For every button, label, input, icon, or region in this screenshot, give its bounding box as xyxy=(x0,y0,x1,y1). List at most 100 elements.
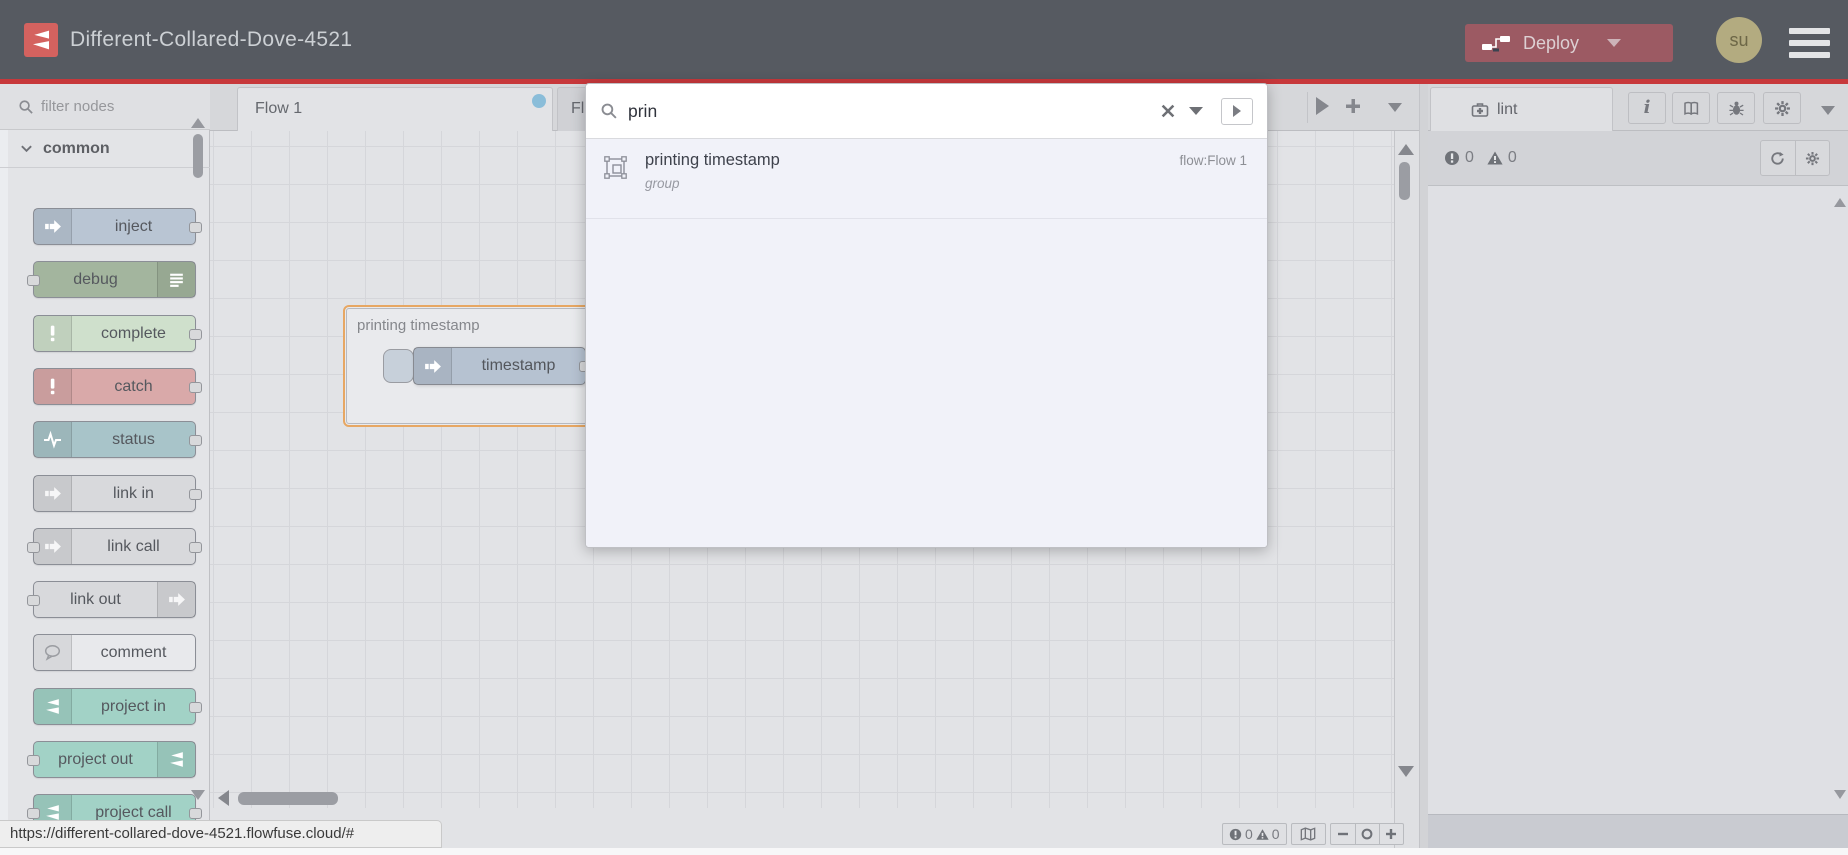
node-input-port xyxy=(27,595,40,606)
pulse-icon xyxy=(34,422,72,457)
flowfuse-icon xyxy=(34,689,72,724)
sidebar-tab-info-button[interactable]: i xyxy=(1628,92,1666,124)
group-box-icon xyxy=(602,154,629,181)
lint-issue-counts: 0 0 xyxy=(1444,149,1525,167)
error-icon xyxy=(1444,150,1460,166)
inject-trigger-button[interactable] xyxy=(383,349,414,383)
palette-node-catch[interactable]: catch xyxy=(33,368,202,405)
sidebar-tab-list-caret-icon[interactable] xyxy=(1821,106,1835,115)
inject-node[interactable]: timestamp xyxy=(413,347,592,385)
zoom-controls xyxy=(1329,823,1404,845)
node-output-port xyxy=(189,382,202,393)
exclamation-icon xyxy=(34,369,72,404)
lint-icon xyxy=(1451,101,1489,119)
sidebar-scroll-up[interactable] xyxy=(1834,198,1846,207)
node-group[interactable]: printing timestamp timestamp xyxy=(343,305,600,427)
canvas-vscrollbar-thumb[interactable] xyxy=(1399,162,1410,200)
search-result-subtitle: group xyxy=(645,176,680,191)
palette-node-link-in[interactable]: link in xyxy=(33,475,202,512)
node-output-port xyxy=(189,542,202,553)
deploy-caret-icon[interactable] xyxy=(1607,39,1622,47)
debug-list-icon xyxy=(157,262,195,297)
palette-node-label: catch xyxy=(114,377,153,395)
lint-tools xyxy=(1760,140,1830,176)
palette-scrollbar-thumb[interactable] xyxy=(193,134,203,178)
tab-flow-1[interactable]: Flow 1 xyxy=(237,87,553,131)
sidebar-resize-handle[interactable] xyxy=(1419,84,1428,848)
tabbar-separator xyxy=(1307,92,1308,123)
unsaved-changes-dot xyxy=(532,94,546,108)
search-result-flow: flow:Flow 1 xyxy=(1179,153,1247,168)
palette-node-comment[interactable]: comment xyxy=(33,634,196,671)
tab-list-caret-icon[interactable] xyxy=(1388,103,1402,112)
sidebar-scroll-down[interactable] xyxy=(1834,790,1846,799)
clear-search-icon[interactable] xyxy=(1161,104,1175,118)
lint-settings-button[interactable] xyxy=(1794,141,1829,175)
lint-error-count: 0 xyxy=(1465,149,1474,166)
palette-node-label: inject xyxy=(114,217,153,235)
right-sidebar: lint i 0 0 xyxy=(1428,84,1848,848)
arrow-right-icon xyxy=(1233,105,1241,117)
zoom-reset-button[interactable] xyxy=(1354,824,1379,844)
sidebar-tab-lint-label: lint xyxy=(1497,100,1518,118)
map-icon xyxy=(1300,826,1316,842)
canvas-scroll-up[interactable] xyxy=(1398,144,1414,155)
inject-icon xyxy=(414,348,452,384)
palette-node-complete[interactable]: complete xyxy=(33,315,202,352)
palette-node-label: project out xyxy=(58,750,133,768)
browser-status-url: https://different-collared-dove-4521.flo… xyxy=(0,820,442,848)
sidebar-tab-help-button[interactable] xyxy=(1672,92,1710,124)
lint-refresh-button[interactable] xyxy=(1761,141,1795,175)
palette-node-label: link in xyxy=(113,484,154,502)
gear-icon xyxy=(1805,151,1820,166)
palette-node-link-call[interactable]: link call xyxy=(27,528,202,565)
palette-node-inject[interactable]: inject xyxy=(33,208,202,245)
palette-node-project-in[interactable]: project in xyxy=(33,688,202,725)
search-options-caret-icon[interactable] xyxy=(1189,107,1203,115)
navigator-button[interactable] xyxy=(1290,823,1326,845)
search-icon xyxy=(600,102,618,120)
canvas-hscrollbar-thumb[interactable] xyxy=(238,792,338,805)
header: Different-Collared-Dove-4521 Deploy su xyxy=(0,0,1848,79)
sidebar-tab-debug-button[interactable] xyxy=(1717,92,1755,124)
deploy-button[interactable]: Deploy xyxy=(1465,24,1673,62)
workspace-footer: 0 0 xyxy=(1222,823,1404,845)
node-output-port xyxy=(189,702,202,713)
flowfuse-logo-icon[interactable] xyxy=(24,23,58,57)
search-result-row[interactable]: printing timestamp flow:Flow 1 group xyxy=(586,139,1267,219)
sidebar-tabbar: lint i xyxy=(1428,84,1848,131)
main-menu-icon[interactable] xyxy=(1789,28,1830,58)
sidebar-tab-lint[interactable]: lint xyxy=(1430,87,1613,131)
sidebar-tab-config-button[interactable] xyxy=(1763,92,1801,124)
node-red-editor: Different-Collared-Dove-4521 Deploy su f… xyxy=(0,0,1848,855)
palette-node-project-out[interactable]: project out xyxy=(27,741,196,778)
tab-flow-2-label: Fl xyxy=(571,100,585,117)
add-flow-button[interactable] xyxy=(1344,97,1362,115)
palette-node-label: debug xyxy=(73,270,118,288)
node-output-port xyxy=(189,808,202,819)
user-avatar[interactable]: su xyxy=(1716,17,1762,63)
search-expand-button[interactable] xyxy=(1221,97,1253,125)
canvas-scroll-down[interactable] xyxy=(1398,766,1414,777)
palette-scroll-down[interactable] xyxy=(191,790,205,800)
palette-node-link-out[interactable]: link out xyxy=(27,581,196,618)
lint-toolbar: 0 0 xyxy=(1428,131,1848,186)
node-output-port xyxy=(189,329,202,340)
palette-node-status[interactable]: status xyxy=(33,421,202,458)
palette-node-label: complete xyxy=(101,324,166,342)
node-input-port xyxy=(27,275,40,286)
tab-scroll-right-icon[interactable] xyxy=(1316,97,1329,115)
flowfuse-icon xyxy=(157,742,195,777)
palette-node-debug[interactable]: debug xyxy=(27,261,196,298)
inject-node-label: timestamp xyxy=(481,357,556,374)
zoom-in-button[interactable] xyxy=(1378,824,1403,844)
info-icon: i xyxy=(1643,96,1651,118)
palette-node-label: link call xyxy=(107,537,160,555)
node-input-port xyxy=(27,542,40,553)
workspace-issue-counts[interactable]: 0 0 xyxy=(1222,823,1287,845)
canvas-scroll-left[interactable] xyxy=(218,790,229,806)
palette-scroll-up[interactable] xyxy=(191,118,205,128)
zoom-out-button[interactable] xyxy=(1331,824,1355,844)
search-input[interactable]: prin xyxy=(586,84,1267,138)
palette-node-label: link out xyxy=(70,590,121,608)
